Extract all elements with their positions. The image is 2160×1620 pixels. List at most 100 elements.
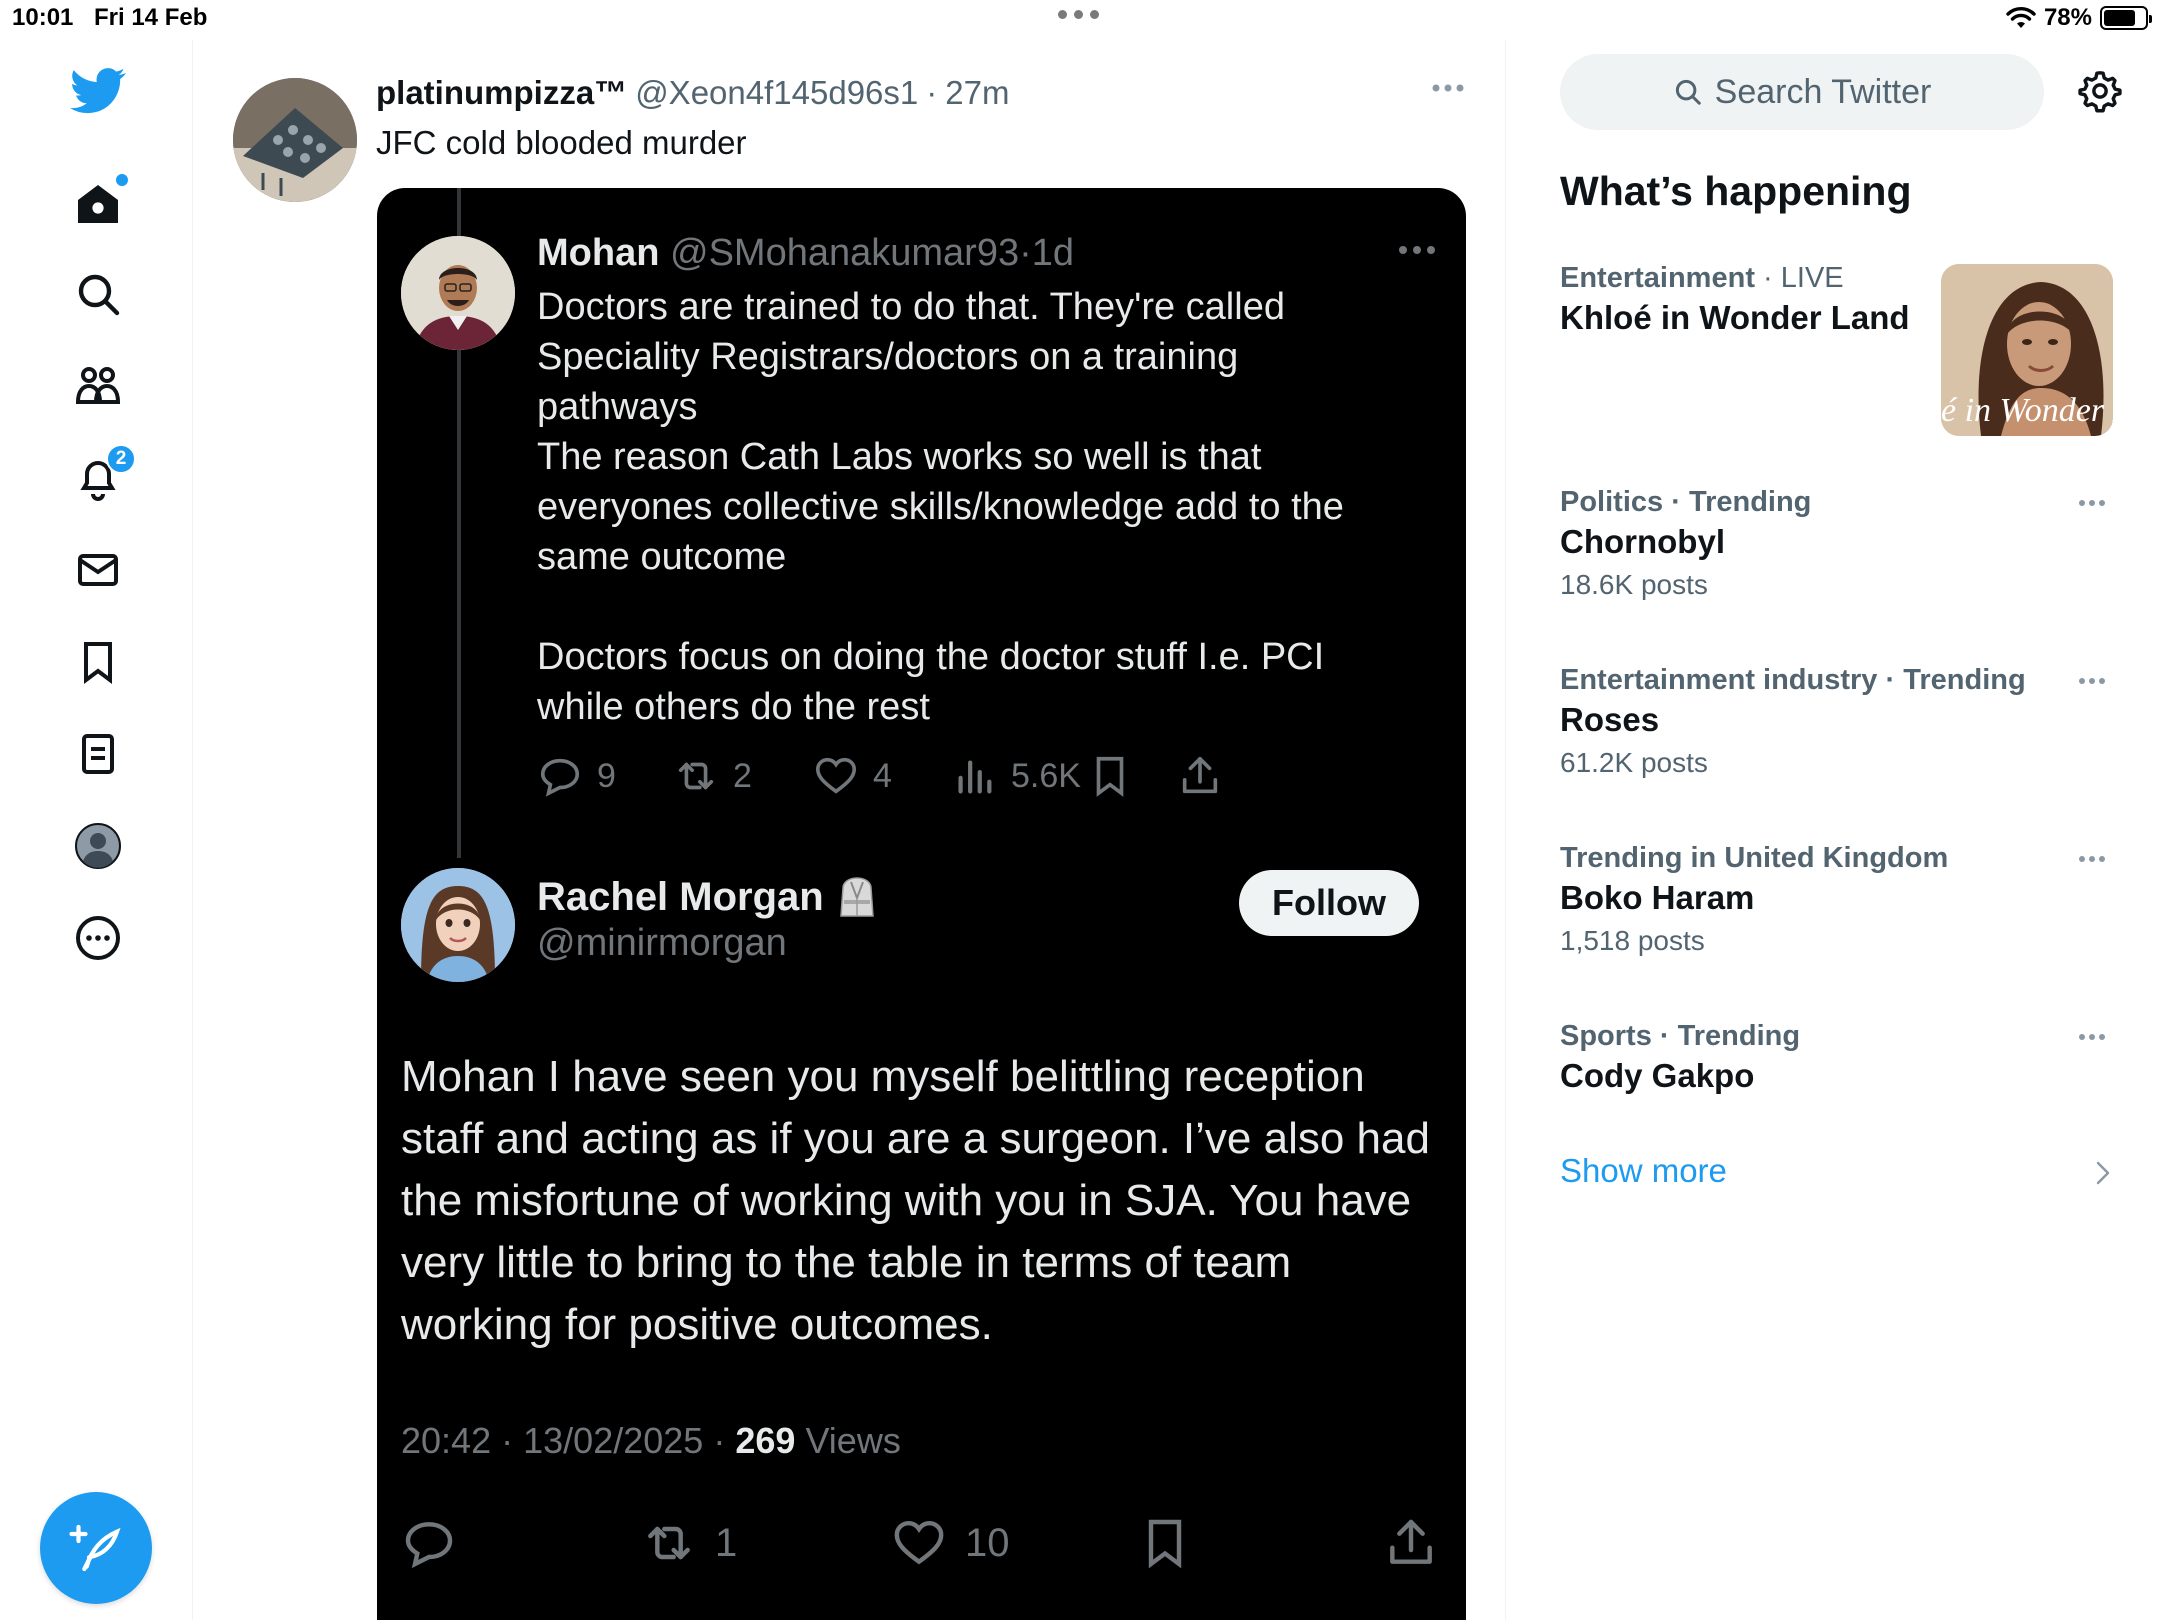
rachel-sep: ·: [713, 1420, 726, 1461]
post-separator: ·: [926, 74, 938, 111]
mohan-line: Speciality Registrars/doctors on a train…: [537, 336, 1239, 378]
trend-qualifier: Trending: [1677, 1020, 1801, 1052]
rachel-name: Rachel Morgan: [537, 874, 824, 919]
avatar-icon: [75, 823, 121, 869]
trend-category: Politics: [1560, 486, 1664, 518]
home-unread-dot: [116, 174, 128, 186]
mohan-more-icon: [1399, 246, 1435, 254]
nav-communities[interactable]: [56, 346, 140, 426]
mohan-avatar: [401, 236, 515, 350]
mohan-line: [537, 582, 1437, 632]
trend-qualifier: Trending: [1688, 486, 1812, 518]
trend-category: Entertainment: [1560, 262, 1755, 294]
trend-more-icon[interactable]: [2079, 856, 2105, 862]
trend-separator: ·: [1885, 664, 1896, 696]
battery-icon: [2100, 6, 2152, 30]
trend-item[interactable]: Entertainment industry · Trending Roses …: [1560, 664, 2120, 779]
home-icon: [78, 185, 118, 223]
notification-count-badge: 2: [106, 444, 136, 474]
right-sidebar: Search Twitter What’s happening Entertai…: [1507, 40, 2160, 1620]
post-author-name[interactable]: platinumpizza™: [376, 74, 627, 112]
trend-item[interactable]: Trending in United Kingdom Boko Haram 1,…: [1560, 842, 2120, 957]
trend-category: Trending in United Kingdom: [1560, 842, 1949, 874]
mohan-actions: 9 2 4 5.6K: [537, 748, 1447, 804]
trend-title: Cody Gakpo: [1560, 1057, 1755, 1094]
post-header: platinumpizza™ @Xeon4f145d96s1 · 27m: [376, 74, 1009, 112]
people-icon: [75, 367, 121, 404]
show-more-link[interactable]: Show more: [1560, 1152, 1727, 1190]
status-date: Fri 14 Feb: [94, 4, 208, 31]
mohan-bookmark: [1087, 748, 1133, 804]
rachel-timestamp-row: 20:42 · 13/02/2025 · 269 Views: [401, 1420, 901, 1462]
status-right: 78%: [2006, 4, 2152, 32]
nav-more[interactable]: [56, 898, 140, 978]
post-more-icon[interactable]: [1431, 80, 1465, 98]
nav-rail: 2: [0, 40, 193, 1620]
mohan-header: Mohan @SMohanakumar93·1d: [537, 232, 1074, 275]
mohan-name: Mohan: [537, 232, 660, 274]
trend-item[interactable]: Sports · Trending Cody Gakpo: [1560, 1020, 2120, 1095]
nav-notifications[interactable]: 2: [56, 438, 140, 518]
rachel-repost: 1: [641, 1508, 737, 1578]
bookmark-icon: [1148, 1519, 1182, 1569]
mohan-like-count: 4: [873, 756, 892, 795]
status-time: 10:01: [12, 4, 74, 31]
mohan-line: The reason Cath Labs works so well is th…: [537, 436, 1262, 478]
trend-separator: ·: [1659, 1020, 1670, 1052]
nav-explore[interactable]: [56, 254, 140, 334]
compose-button[interactable]: [40, 1492, 152, 1604]
trend-separator: ·: [1671, 486, 1681, 518]
post-attached-image[interactable]: Mohan @SMohanakumar93·1d Doctors are tra…: [377, 188, 1466, 1620]
trend-qualifier: Trending: [1903, 664, 2026, 696]
trend-title: Boko Haram: [1560, 879, 1755, 916]
mohan-share: [1177, 748, 1223, 804]
rachel-handle: @minirmorgan: [537, 922, 787, 964]
nav-home[interactable]: [56, 164, 140, 244]
post-author-avatar[interactable]: [233, 78, 357, 202]
feather-plus-icon: [69, 1524, 121, 1572]
reply-icon: [405, 1522, 453, 1569]
main-timeline: platinumpizza™ @Xeon4f145d96s1 · 27m JFC…: [193, 40, 1506, 1620]
robe-emoji-icon: [839, 877, 874, 917]
analytics-icon: [958, 760, 992, 794]
post-timestamp[interactable]: 27m: [945, 74, 1009, 112]
bookmark-icon: [1096, 756, 1124, 797]
nav-profile[interactable]: [56, 806, 140, 886]
trend-item[interactable]: Politics · Trending Chornobyl 18.6K post…: [1560, 486, 2120, 601]
status-bar: 10:01 Fri 14 Feb 78%: [0, 0, 2160, 40]
mohan-time: 1d: [1031, 232, 1075, 274]
mohan-like: 4: [813, 748, 892, 804]
trend-more-icon[interactable]: [2079, 500, 2105, 506]
section-title: What’s happening: [1560, 168, 1912, 214]
bookmark-icon: [84, 642, 112, 684]
multitasking-dots-icon[interactable]: [1058, 10, 1099, 19]
trend-more-icon[interactable]: [2079, 678, 2105, 684]
settings-gear-icon[interactable]: [2077, 68, 2123, 119]
more-circle-icon: [76, 916, 120, 960]
rachel-reply: [401, 1508, 457, 1578]
wifi-icon: [2006, 7, 2036, 28]
trend-thumbnail[interactable]: é in Wonder L: [1941, 264, 2113, 436]
reply-icon: [540, 758, 580, 797]
rachel-share: [1383, 1508, 1439, 1578]
trend-title: Roses: [1560, 701, 1660, 738]
chevron-right-icon: [2095, 1160, 2111, 1191]
trend-thumbnail-caption: é in Wonder L: [1941, 392, 2113, 429]
mohan-handle: @SMohanakumar93: [670, 232, 1020, 274]
rachel-actions: 1 10: [401, 1508, 1441, 1578]
twitter-logo-icon[interactable]: [56, 50, 140, 130]
search-icon: [1675, 79, 1701, 105]
trend-more-icon[interactable]: [2079, 1034, 2105, 1040]
rachel-date: 13/02/2025: [523, 1420, 704, 1461]
nav-messages[interactable]: [56, 530, 140, 610]
post-author-handle[interactable]: @Xeon4f145d96s1: [635, 74, 918, 112]
nav-lists[interactable]: [56, 714, 140, 794]
rachel-bookmark: [1137, 1508, 1193, 1578]
trend-qualifier: LIVE: [1780, 262, 1844, 294]
mohan-view-count: 5.6K: [1011, 756, 1081, 795]
nav-bookmarks[interactable]: [56, 622, 140, 702]
search-input[interactable]: Search Twitter: [1560, 54, 2044, 130]
trend-post-count: 1,518 posts: [1560, 925, 1705, 956]
mohan-repost-count: 2: [733, 756, 752, 795]
trend-post-count: 61.2K posts: [1560, 747, 1708, 778]
